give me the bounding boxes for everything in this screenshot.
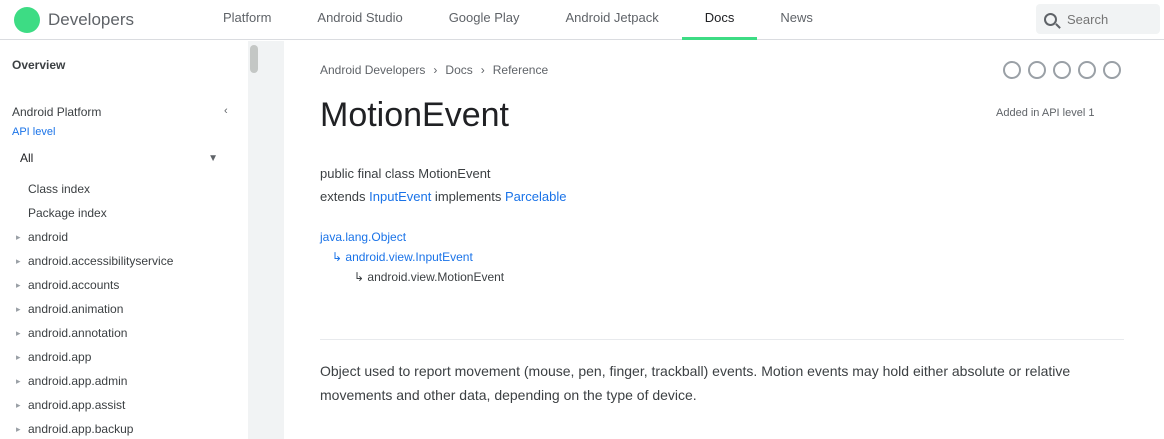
sidebar-item-accounts[interactable]: ▸ android.accounts: [16, 273, 236, 297]
tab-news[interactable]: News: [757, 0, 836, 40]
nav-tabs: Platform Android Studio Google Play Andr…: [200, 0, 836, 40]
search-input[interactable]: [1067, 11, 1147, 27]
scrollbar-thumb[interactable]: [250, 45, 258, 73]
tab-docs[interactable]: Docs: [681, 0, 758, 40]
extends-link[interactable]: InputEvent: [369, 189, 431, 204]
hierarchy-root-link[interactable]: java.lang.Object: [320, 227, 504, 247]
hierarchy-level2: ↳ android.view.MotionEvent: [354, 270, 505, 284]
caret-right-icon: ▸: [16, 232, 21, 242]
package-tree: Class index Package index ▸ android ▸ andr…: [16, 177, 236, 439]
chevron-down-icon: ▼: [208, 152, 218, 164]
class-description: Object used to report movement (mouse, p…: [320, 363, 1071, 403]
caret-right-icon: ▸: [16, 256, 21, 266]
class-extends: extends InputEvent implements Parcelable: [320, 189, 567, 204]
content-gutter: [262, 41, 284, 439]
api-level-label[interactable]: API level: [12, 126, 55, 138]
sidebar-item-app-admin[interactable]: ▸ android.app.admin: [16, 369, 236, 393]
top-nav: Developers Platform Android Studio Googl…: [0, 0, 1164, 40]
page-toolbar: [996, 61, 1121, 79]
search-box[interactable]: [1036, 4, 1160, 34]
caret-right-icon: ▸: [16, 400, 21, 410]
breadcrumb: Android Developers › Docs › Reference: [320, 63, 548, 77]
developers-logo[interactable]: Developers: [14, 7, 134, 33]
breadcrumb-item[interactable]: Reference: [493, 63, 548, 77]
sidebar: Overview Android Platform ‹ API level Al…: [0, 41, 248, 439]
tab-android-jetpack[interactable]: Android Jetpack: [543, 0, 682, 40]
sidebar-item-package-index[interactable]: Package index: [16, 201, 236, 225]
sidebar-item-app-assist[interactable]: ▸ android.app.assist: [16, 393, 236, 417]
page-title: MotionEvent: [320, 96, 509, 134]
sidebar-scrollbar[interactable]: [248, 41, 262, 439]
caret-right-icon: ▸: [16, 352, 21, 362]
rate-icon[interactable]: [1078, 61, 1096, 79]
sidebar-item-android[interactable]: ▸ android: [16, 225, 236, 249]
package-title[interactable]: Android Platform: [12, 105, 101, 119]
sidebar-item-annotation[interactable]: ▸ android.annotation: [16, 321, 236, 345]
sidebar-item-app-backup[interactable]: ▸ android.app.backup: [16, 417, 236, 439]
chevron-left-icon[interactable]: ‹: [224, 105, 228, 117]
breadcrumb-item[interactable]: Android Developers: [320, 63, 425, 77]
hierarchy-level1-link[interactable]: ↳ android.view.InputEvent: [320, 247, 504, 267]
android-logo-icon: [14, 7, 40, 33]
tab-platform[interactable]: Platform: [200, 0, 294, 40]
caret-right-icon: ▸: [16, 304, 21, 314]
filter-value: All: [20, 151, 34, 165]
breadcrumb-separator: ›: [480, 63, 485, 77]
class-hierarchy: java.lang.Object ↳ android.view.InputEve…: [320, 227, 504, 287]
sidebar-item-class-index[interactable]: Class index: [16, 177, 236, 201]
more-icon[interactable]: [1103, 61, 1121, 79]
divider: [320, 339, 1124, 340]
share-icon[interactable]: [1028, 61, 1046, 79]
logo-text: Developers: [48, 10, 134, 29]
sidebar-item-animation[interactable]: ▸ android.animation: [16, 297, 236, 321]
caret-right-icon: ▸: [16, 424, 21, 434]
implements-link[interactable]: Parcelable: [505, 189, 566, 204]
sidebar-item-accessibilityservice[interactable]: ▸ android.accessibilityservice: [16, 249, 236, 273]
bookmark-icon[interactable]: [1003, 61, 1021, 79]
sidebar-item-app[interactable]: ▸ android.app: [16, 345, 236, 369]
caret-right-icon: ▸: [16, 280, 21, 290]
api-level-filter[interactable]: All ▼: [12, 147, 226, 169]
feedback-icon[interactable]: [1053, 61, 1071, 79]
sidebar-title[interactable]: Overview: [12, 58, 65, 72]
tab-google-play[interactable]: Google Play: [426, 0, 543, 40]
tab-android-studio[interactable]: Android Studio: [294, 0, 425, 40]
search-icon: [1044, 12, 1057, 26]
main-content: Android Developers › Docs › Reference Mo…: [284, 41, 1164, 439]
added-in-api-level[interactable]: Added in API level 1: [996, 107, 1094, 119]
caret-right-icon: ▸: [16, 376, 21, 386]
caret-right-icon: ▸: [16, 328, 21, 338]
breadcrumb-item[interactable]: Docs: [445, 63, 472, 77]
breadcrumb-separator: ›: [433, 63, 438, 77]
class-signature: public final class MotionEvent: [320, 166, 491, 181]
